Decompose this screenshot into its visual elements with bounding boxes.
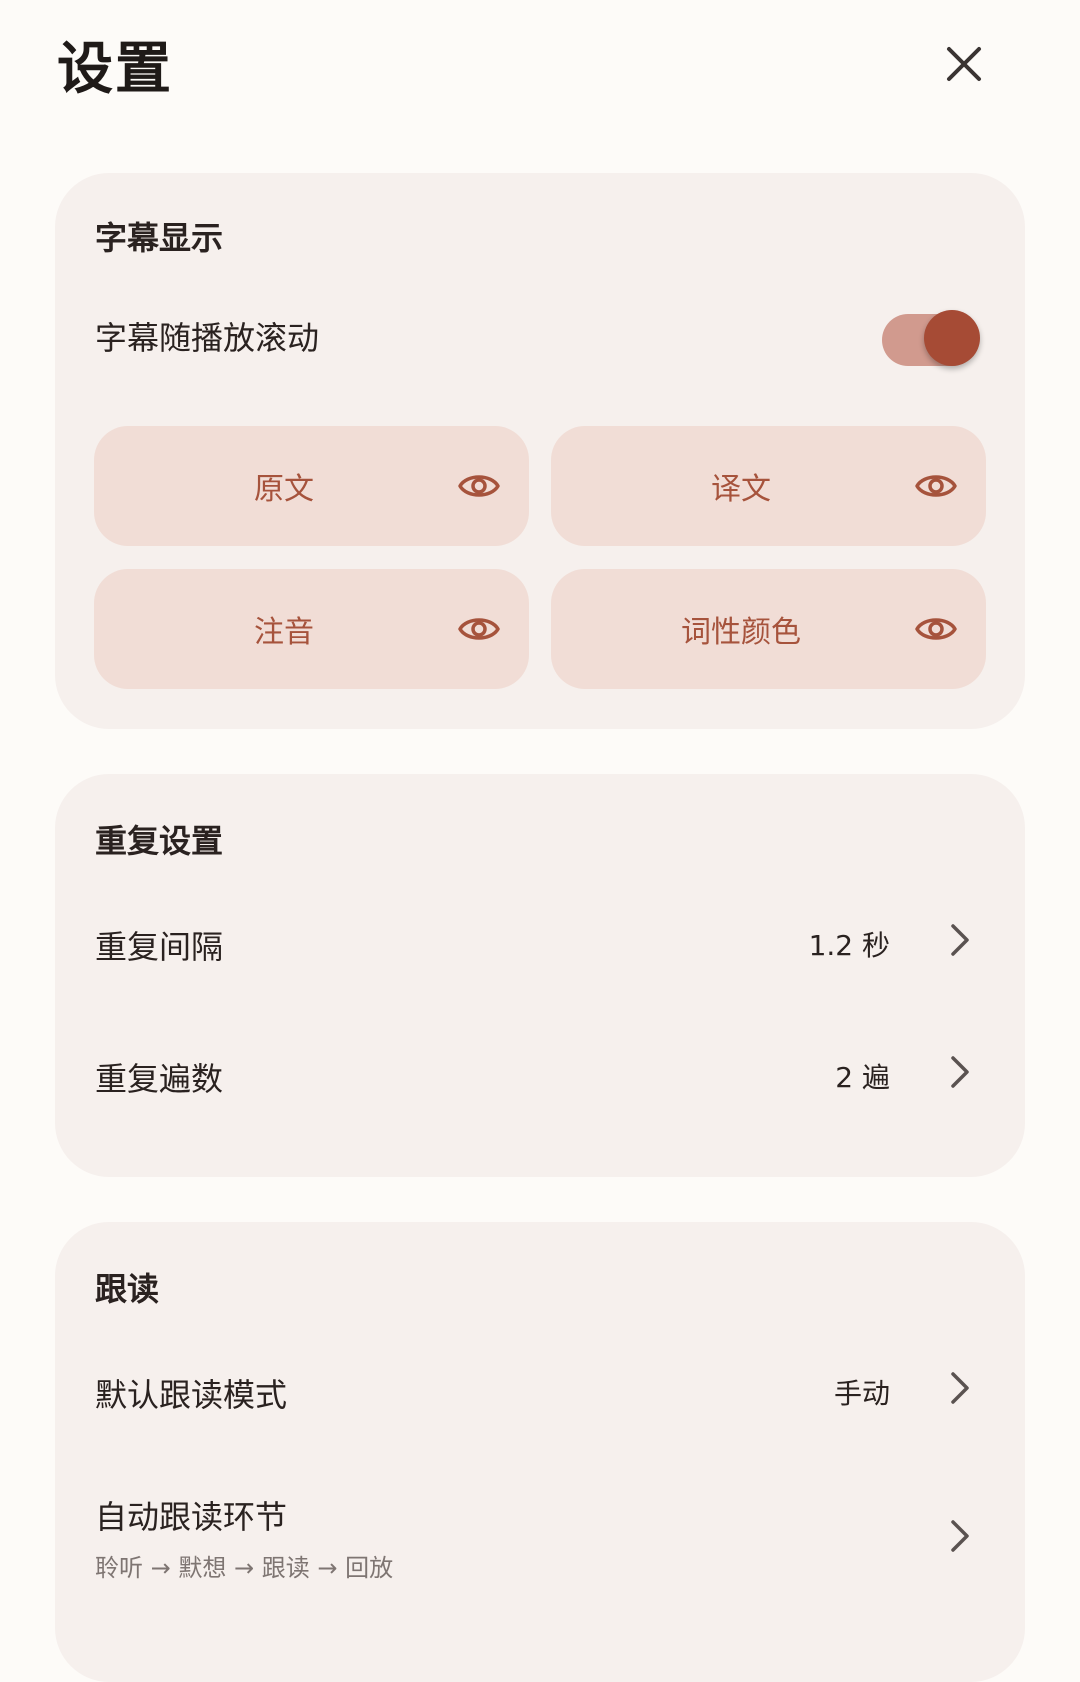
chevron-right-icon bbox=[951, 1056, 969, 1088]
scroll-with-playback-label: 字幕随播放滚动 bbox=[95, 319, 320, 357]
chip-translation[interactable]: 译文 bbox=[551, 426, 986, 546]
repeat-settings-card: 重复设置 重复间隔 1.2 秒 重复遍数 2 遍 bbox=[55, 774, 1025, 1177]
chip-original-text[interactable]: 原文 bbox=[94, 426, 529, 546]
section-title-subtitle-display: 字幕显示 bbox=[95, 219, 224, 257]
repeat-interval-row[interactable]: 重复间隔 1.2 秒 bbox=[55, 890, 1025, 990]
eye-icon[interactable] bbox=[914, 609, 958, 649]
repeat-count-value: 2 遍 bbox=[835, 1061, 890, 1094]
auto-follow-steps-row[interactable]: 自动跟读环节 聆听 → 默想 → 跟读 → 回放 bbox=[55, 1462, 1025, 1602]
eye-icon[interactable] bbox=[457, 466, 501, 506]
close-icon bbox=[947, 47, 981, 81]
chevron-right-icon bbox=[951, 924, 969, 956]
section-title-repeat-settings: 重复设置 bbox=[95, 822, 224, 860]
subtitle-display-card: 字幕显示 字幕随播放滚动 原文 译文 注音 词性颜色 bbox=[55, 173, 1025, 729]
repeat-interval-value: 1.2 秒 bbox=[808, 929, 890, 962]
default-follow-mode-value: 手动 bbox=[833, 1377, 890, 1410]
eye-icon[interactable] bbox=[914, 466, 958, 506]
auto-follow-steps-label: 自动跟读环节 bbox=[95, 1498, 288, 1536]
chevron-right-icon bbox=[951, 1372, 969, 1404]
chip-pos-color[interactable]: 词性颜色 bbox=[551, 569, 986, 689]
scroll-with-playback-toggle[interactable] bbox=[878, 306, 980, 366]
chip-label: 注音 bbox=[254, 615, 314, 650]
chip-label: 词性颜色 bbox=[681, 615, 801, 650]
toggle-thumb bbox=[924, 310, 980, 366]
section-title-follow-reading: 跟读 bbox=[95, 1270, 160, 1308]
default-follow-mode-row[interactable]: 默认跟读模式 手动 bbox=[55, 1338, 1025, 1438]
page-title: 设置 bbox=[57, 37, 173, 102]
chip-phonetic[interactable]: 注音 bbox=[94, 569, 529, 689]
chip-label: 译文 bbox=[711, 472, 771, 507]
repeat-interval-label: 重复间隔 bbox=[95, 928, 224, 966]
auto-follow-steps-sequence: 聆听 → 默想 → 跟读 → 回放 bbox=[95, 1554, 394, 1582]
default-follow-mode-label: 默认跟读模式 bbox=[95, 1376, 288, 1414]
follow-reading-card: 跟读 默认跟读模式 手动 自动跟读环节 聆听 → 默想 → 跟读 → 回放 bbox=[55, 1222, 1025, 1682]
header: 设置 bbox=[0, 0, 1080, 140]
close-button[interactable] bbox=[940, 40, 988, 88]
chevron-right-icon bbox=[951, 1520, 969, 1552]
eye-icon[interactable] bbox=[457, 609, 501, 649]
repeat-count-label: 重复遍数 bbox=[95, 1060, 224, 1098]
chip-label: 原文 bbox=[254, 472, 314, 507]
repeat-count-row[interactable]: 重复遍数 2 遍 bbox=[55, 1022, 1025, 1122]
